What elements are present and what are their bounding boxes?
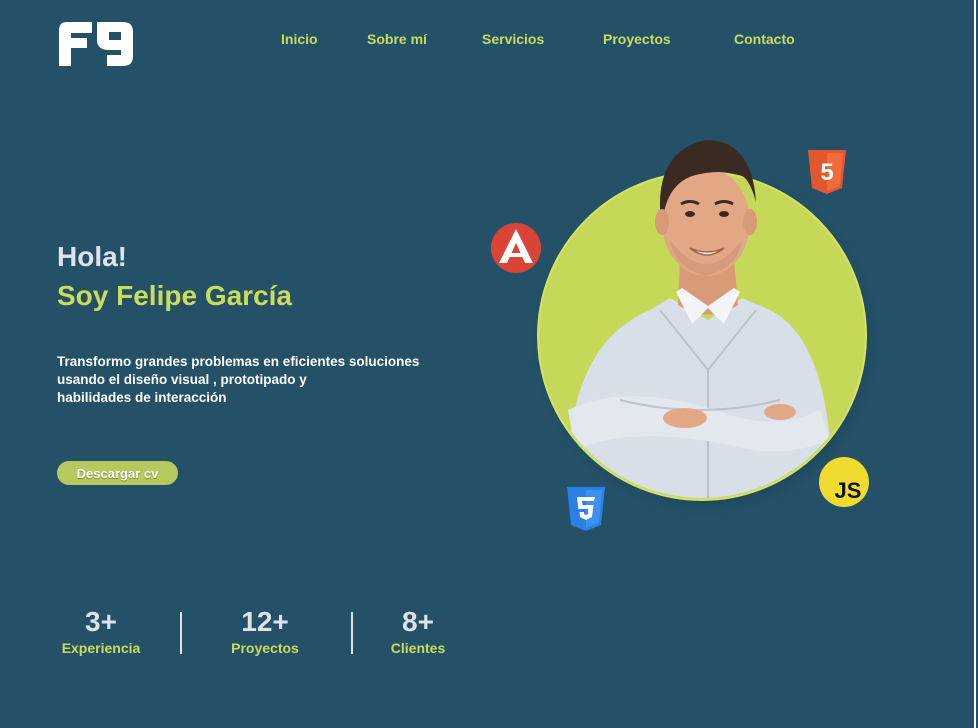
stat-value: 3+ — [85, 606, 117, 637]
hero-description-line: Transformo grandes problemas en eficient… — [57, 354, 420, 369]
page-edge — [974, 0, 976, 728]
stat-divider — [180, 612, 182, 654]
nav-contacto[interactable]: Contacto — [734, 31, 795, 47]
nav-proyectos[interactable]: Proyectos — [603, 31, 671, 47]
javascript-icon: JS — [819, 457, 869, 507]
stat-clients: 8+ Clientes — [385, 605, 451, 657]
stat-label: Clientes — [390, 640, 446, 656]
nav-sobre-mi[interactable]: Sobre mí — [367, 31, 427, 47]
stat-divider — [351, 612, 353, 654]
js-label: JS — [835, 478, 862, 503]
stat-value: 8+ — [402, 606, 434, 637]
stat-label: Proyectos — [231, 640, 299, 656]
stat-value: 12+ — [241, 606, 289, 637]
angular-icon — [491, 223, 541, 273]
download-cv-button[interactable]: Descargar cv — [57, 461, 178, 485]
nav-servicios[interactable]: Servicios — [482, 31, 544, 47]
css3-icon — [567, 487, 605, 531]
portrait-illustration: 5 JS — [491, 140, 884, 531]
main-nav: Inicio Sobre mí Servicios Proyectos Cont… — [0, 31, 978, 51]
stat-label: Experiencia — [61, 640, 141, 656]
hero-greeting: Hola! — [57, 241, 127, 272]
stat-projects: 12+ Proyectos — [226, 605, 304, 657]
hero-description: Transformo grandes problemas en eficient… — [57, 353, 487, 407]
hero-name: Soy Felipe García — [57, 280, 292, 311]
hero-description-line: habilidades de interacción — [57, 390, 227, 405]
hero-description-line: usando el diseño visual , prototipado y — [57, 372, 307, 387]
html5-icon: 5 — [808, 150, 846, 194]
stat-experience: 3+ Experiencia — [57, 605, 145, 657]
html5-label: 5 — [820, 159, 833, 186]
page: Inicio Sobre mí Servicios Proyectos Cont… — [0, 0, 976, 728]
nav-inicio[interactable]: Inicio — [281, 31, 318, 47]
